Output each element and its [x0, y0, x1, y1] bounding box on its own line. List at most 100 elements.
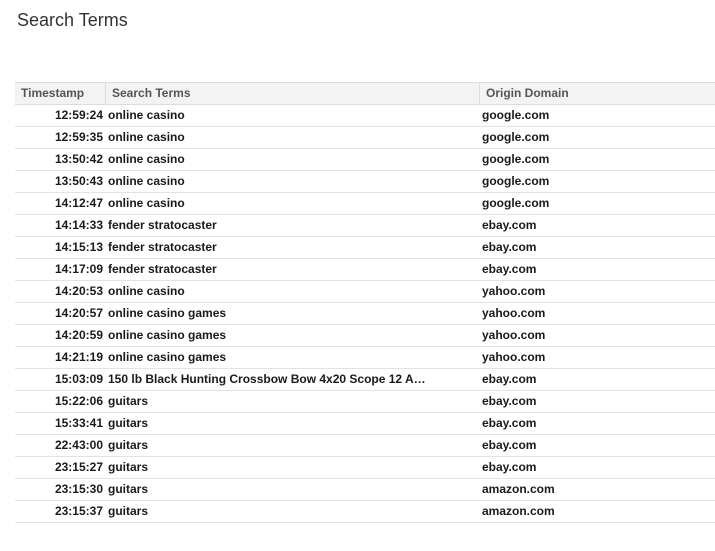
search-term-cell: guitars	[106, 435, 480, 456]
column-header-search-terms[interactable]: Search Terms	[106, 83, 480, 104]
search-term-text: online casino games	[108, 350, 227, 364]
table-body: 12:59:24 online casino google.com 12:59:35 o…	[15, 105, 715, 523]
search-term-text: guitars	[108, 416, 149, 430]
timestamp-cell: 14:21:19	[54, 350, 103, 364]
search-terms-page: Search Terms Timestamp Search Terms Orig…	[0, 0, 715, 551]
timestamp-cell: 12:59:24	[54, 108, 103, 122]
search-term-cell: guitars	[106, 457, 480, 478]
search-term-text: online casino	[108, 284, 185, 298]
page-title: Search Terms	[17, 10, 128, 30]
search-term-cell: guitars	[106, 479, 480, 500]
table-row[interactable]: 14:14:33 fender stratocaster ebay.com	[15, 215, 715, 237]
search-term-cell: online casino	[106, 127, 480, 148]
timestamp-cell: 14:14:33	[54, 218, 103, 232]
column-header-timestamp[interactable]: Timestamp	[15, 83, 106, 104]
origin-domain-cell: ebay.com	[482, 262, 537, 276]
search-term-text: guitars	[108, 504, 149, 518]
timestamp-cell: 13:50:42	[54, 152, 103, 166]
origin-domain-cell: amazon.com	[482, 504, 555, 518]
search-term-cell: fender stratocaster	[106, 259, 480, 280]
search-term-text: guitars	[108, 482, 149, 496]
timestamp-cell: 14:20:57	[54, 306, 103, 320]
origin-domain-cell: ebay.com	[482, 240, 537, 254]
search-term-cell: online casino games	[106, 325, 480, 346]
timestamp-cell: 22:43:00	[54, 438, 103, 452]
origin-domain-cell: yahoo.com	[482, 284, 546, 298]
timestamp-cell: 12:59:35	[54, 130, 103, 144]
table-row[interactable]: 12:59:24 online casino google.com	[15, 105, 715, 127]
table-row[interactable]: 15:22:06 guitars ebay.com	[15, 391, 715, 413]
search-term-text: fender stratocaster	[108, 262, 217, 276]
origin-domain-cell: ebay.com	[482, 372, 537, 386]
origin-domain-cell: yahoo.com	[482, 350, 546, 364]
table-header: Timestamp Search Terms Origin Domain	[15, 82, 715, 105]
origin-domain-cell: google.com	[482, 130, 550, 144]
search-term-text: online casino games	[108, 328, 227, 342]
table-row[interactable]: 12:59:35 online casino google.com	[15, 127, 715, 149]
timestamp-cell: 14:20:53	[54, 284, 103, 298]
search-term-cell: online casino	[106, 105, 480, 126]
timestamp-cell: 23:15:37	[54, 504, 103, 518]
search-terms-table: Timestamp Search Terms Origin Domain 12:…	[15, 82, 715, 523]
origin-domain-cell: ebay.com	[482, 416, 537, 430]
timestamp-cell: 14:17:09	[54, 262, 103, 276]
search-term-text: online casino	[108, 196, 185, 210]
table-row[interactable]: 13:50:42 online casino google.com	[15, 149, 715, 171]
search-term-text: guitars	[108, 460, 149, 474]
table-row[interactable]: 14:12:47 online casino google.com	[15, 193, 715, 215]
origin-domain-cell: google.com	[482, 108, 550, 122]
search-term-cell: guitars	[106, 413, 480, 434]
table-row[interactable]: 14:17:09 fender stratocaster ebay.com	[15, 259, 715, 281]
origin-domain-cell: ebay.com	[482, 218, 537, 232]
origin-domain-cell: ebay.com	[482, 394, 537, 408]
column-header-origin-domain[interactable]: Origin Domain	[480, 83, 715, 104]
search-term-text: guitars	[108, 438, 149, 452]
table-row[interactable]: 23:15:27 guitars ebay.com	[15, 457, 715, 479]
origin-domain-cell: ebay.com	[482, 438, 537, 452]
search-term-text: 150 lb Black Hunting Crossbow Bow 4x20 S…	[108, 372, 426, 386]
timestamp-cell: 15:22:06	[54, 394, 103, 408]
search-term-cell: online casino games	[106, 347, 480, 368]
search-term-text: online casino	[108, 152, 185, 166]
origin-domain-cell: yahoo.com	[482, 328, 546, 342]
search-term-text: online casino	[108, 174, 185, 188]
table-row[interactable]: 14:20:57 online casino games yahoo.com	[15, 303, 715, 325]
origin-domain-cell: google.com	[482, 196, 550, 210]
search-term-cell: online casino	[106, 171, 480, 192]
timestamp-cell: 14:20:59	[54, 328, 103, 342]
table-row[interactable]: 14:20:59 online casino games yahoo.com	[15, 325, 715, 347]
table-row[interactable]: 23:15:37 guitars amazon.com	[15, 501, 715, 523]
table-row[interactable]: 14:21:19 online casino games yahoo.com	[15, 347, 715, 369]
table-row[interactable]: 13:50:43 online casino google.com	[15, 171, 715, 193]
search-term-cell: online casino games	[106, 303, 480, 324]
search-term-text: fender stratocaster	[108, 218, 217, 232]
search-term-cell: fender stratocaster	[106, 237, 480, 258]
timestamp-cell: 23:15:27	[54, 460, 103, 474]
origin-domain-cell: yahoo.com	[482, 306, 546, 320]
timestamp-cell: 15:33:41	[54, 416, 103, 430]
origin-domain-cell: google.com	[482, 152, 550, 166]
table-row[interactable]: 14:15:13 fender stratocaster ebay.com	[15, 237, 715, 259]
origin-domain-cell: ebay.com	[482, 460, 537, 474]
timestamp-cell: 13:50:43	[54, 174, 103, 188]
search-term-cell: guitars	[106, 391, 480, 412]
search-term-cell: fender stratocaster	[106, 215, 480, 236]
timestamp-cell: 15:03:09	[54, 372, 103, 386]
search-term-cell: online casino	[106, 149, 480, 170]
timestamp-cell: 14:15:13	[54, 240, 103, 254]
timestamp-cell: 23:15:30	[54, 482, 103, 496]
table-row[interactable]: 15:03:09 150 lb Black Hunting Crossbow Bo…	[15, 369, 715, 391]
search-term-text: online casino	[108, 108, 185, 122]
table-row[interactable]: 22:43:00 guitars ebay.com	[15, 435, 715, 457]
table-row[interactable]: 23:15:30 guitars amazon.com	[15, 479, 715, 501]
origin-domain-cell: amazon.com	[482, 482, 555, 496]
search-term-text: online casino	[108, 130, 185, 144]
search-term-cell: online casino	[106, 281, 480, 302]
timestamp-cell: 14:12:47	[54, 196, 103, 210]
origin-domain-cell: google.com	[482, 174, 550, 188]
table-row[interactable]: 14:20:53 online casino yahoo.com	[15, 281, 715, 303]
search-term-text: fender stratocaster	[108, 240, 217, 254]
table-row[interactable]: 15:33:41 guitars ebay.com	[15, 413, 715, 435]
search-term-cell: online casino	[106, 193, 480, 214]
search-term-cell: 150 lb Black Hunting Crossbow Bow 4x20 S…	[106, 369, 480, 390]
